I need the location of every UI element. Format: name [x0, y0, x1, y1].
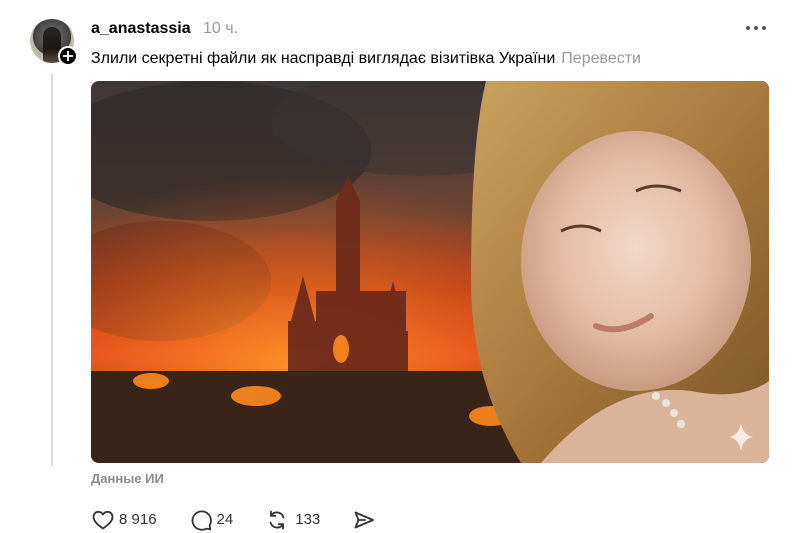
repost-icon [269, 510, 285, 530]
post-image[interactable] [91, 81, 769, 463]
post: a_anastassia 10 ч. Злили секретні файли … [0, 0, 793, 533]
likes-count: 8 916 [119, 511, 157, 528]
post-image-art [91, 81, 769, 463]
post-time[interactable]: 10 ч. [203, 19, 238, 39]
reposts-count: 133 [295, 511, 321, 528]
like-button[interactable]: 8 916 [91, 508, 157, 532]
username[interactable]: a_anastassia [91, 19, 191, 39]
heart-icon [92, 510, 114, 530]
comment-button[interactable]: 24 [189, 508, 234, 532]
translate-link[interactable]: Перевести [561, 50, 641, 67]
repost-button[interactable]: 133 [265, 508, 320, 532]
send-icon [354, 511, 375, 529]
comment-icon [191, 510, 212, 531]
comments-count: 24 [216, 511, 234, 528]
share-button[interactable] [352, 508, 376, 532]
more-icon [746, 26, 766, 30]
plus-icon [62, 50, 74, 62]
ai-info-label[interactable]: Данные ИИ [91, 471, 164, 487]
thread-line [51, 74, 53, 466]
follow-button[interactable] [58, 46, 78, 66]
post-actions: 8 916 24 133 [91, 508, 408, 532]
more-button[interactable] [745, 20, 769, 36]
post-text-row: Злили секретні файли як насправді вигляд… [91, 49, 641, 69]
post-text: Злили секретні файли як насправді вигляд… [91, 50, 556, 67]
